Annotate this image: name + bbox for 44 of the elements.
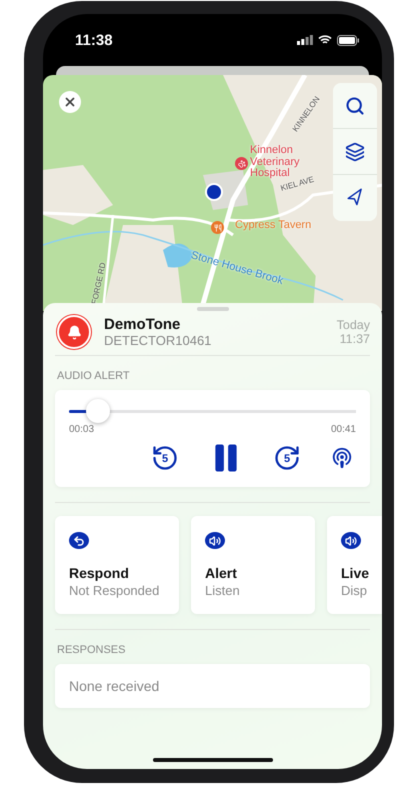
broadcast-icon [331, 447, 353, 469]
alert-subtitle: DETECTOR10461 [104, 333, 212, 348]
street-label: KIEL AVE [280, 176, 316, 194]
speaker-icon [341, 532, 361, 549]
sheet-handle[interactable] [196, 307, 228, 311]
progress-thumb[interactable] [86, 399, 110, 423]
signal-icon [297, 35, 313, 45]
clock-time: 11:38 [75, 32, 113, 48]
total-time: 00:41 [330, 424, 356, 435]
action-subtitle: Disp [341, 583, 368, 598]
alert-date: Today [336, 318, 370, 332]
close-button[interactable] [59, 91, 81, 113]
action-subtitle: Listen [205, 583, 240, 598]
close-icon [63, 95, 77, 109]
action-card[interactable]: Live Disp [327, 516, 382, 614]
fork-knife-icon [211, 221, 224, 234]
alert-time: 11:37 [340, 332, 370, 346]
paw-icon [235, 157, 248, 170]
broadcast-button[interactable] [331, 447, 353, 469]
action-title: Alert [205, 565, 237, 581]
skip-back-button[interactable]: 5 [151, 444, 179, 472]
forward-arrow-icon [273, 444, 301, 472]
speaker-icon [205, 532, 225, 549]
action-card[interactable]: Alert Listen [191, 516, 315, 614]
section-heading: RESPONSES [57, 644, 126, 656]
street-label: FORGE RD [90, 262, 108, 306]
map-label: Stone House Brook [189, 250, 284, 288]
map-label: Cypress Tavern [235, 220, 312, 232]
action-subtitle: Not Responded [69, 583, 160, 598]
wifi-icon [318, 35, 332, 45]
reply-icon [69, 532, 89, 549]
action-card[interactable]: Respond Not Responded [55, 516, 179, 614]
battery-icon [337, 34, 360, 46]
empty-responses-message: None received [55, 664, 370, 708]
rewind-arrow-icon [151, 444, 179, 472]
action-title: Live [341, 565, 370, 581]
alert-title: DemoTone [104, 316, 182, 333]
action-title: Respond [69, 565, 129, 581]
section-heading: AUDIO ALERT [57, 370, 131, 382]
skip-forward-button[interactable]: 5 [273, 444, 301, 472]
elapsed-time: 00:03 [69, 424, 94, 435]
layers-icon [345, 142, 365, 162]
search-icon [345, 96, 365, 116]
bell-icon [57, 315, 91, 349]
